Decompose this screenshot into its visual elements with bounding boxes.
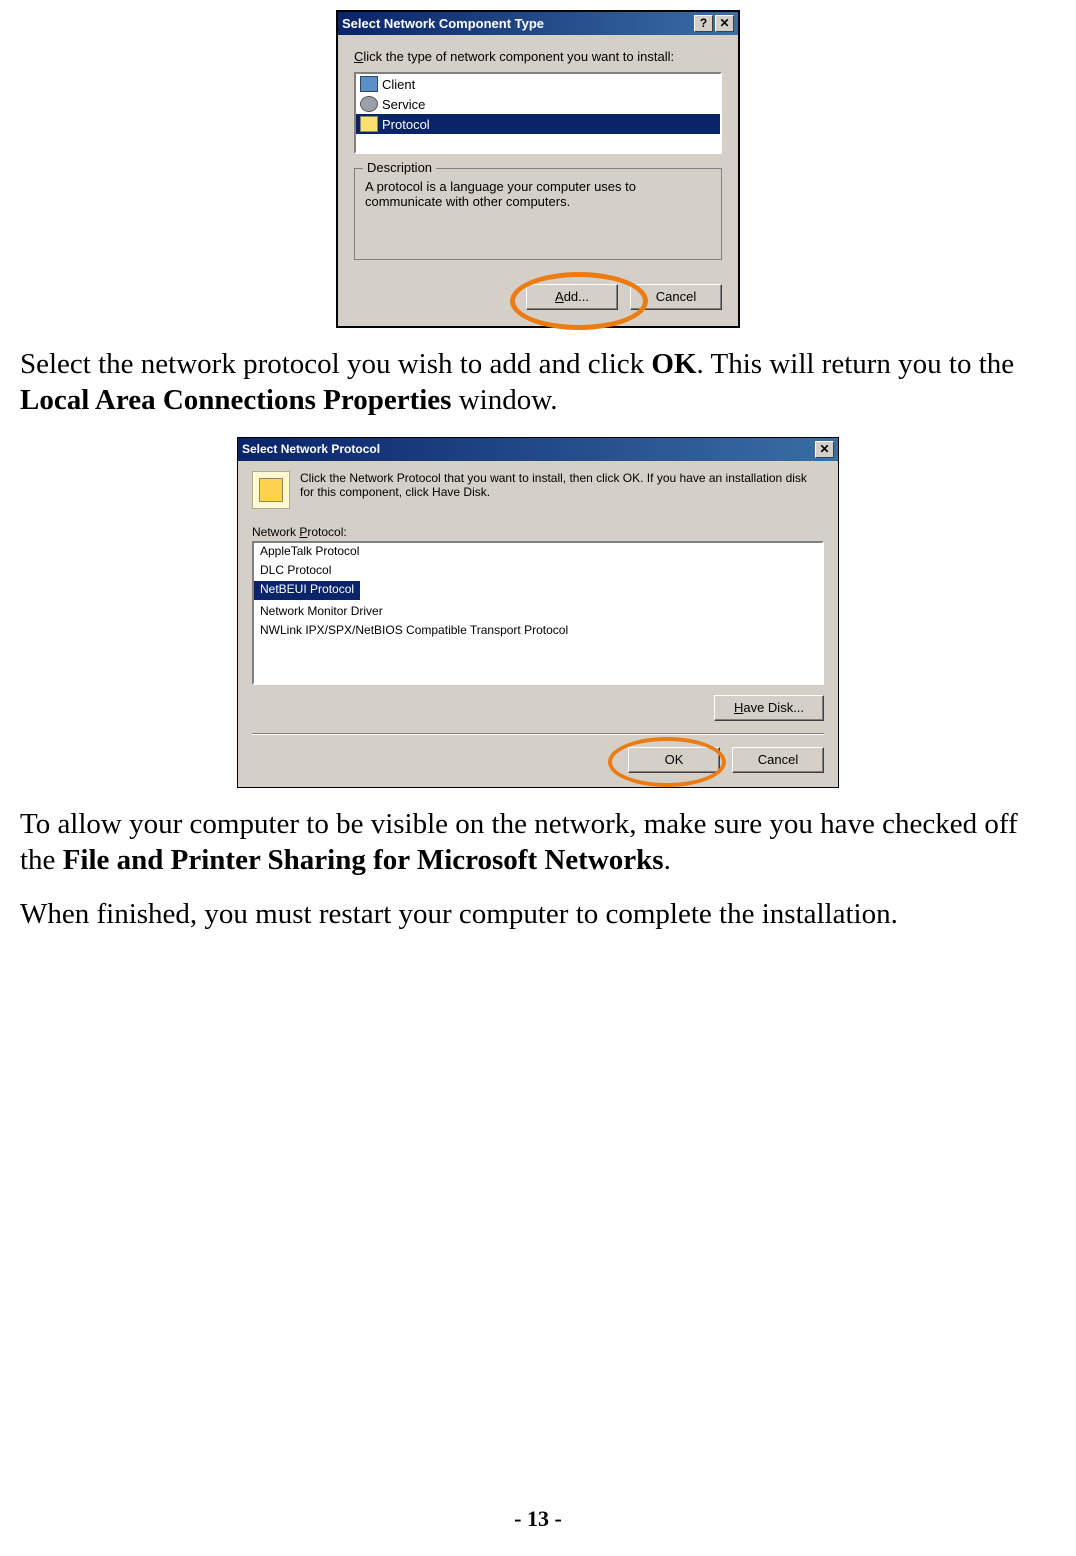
list-item[interactable]: NWLink IPX/SPX/NetBIOS Compatible Transp… bbox=[254, 622, 822, 641]
service-icon bbox=[360, 96, 378, 112]
dialog1-prompt: Click the type of network component you … bbox=[354, 49, 722, 64]
instruction-paragraph-1: Select the network protocol you wish to … bbox=[20, 346, 1056, 419]
list-item-protocol[interactable]: Protocol bbox=[356, 114, 720, 134]
instruction-paragraph-2: To allow your computer to be visible on … bbox=[20, 806, 1056, 879]
protocol-wizard-icon bbox=[252, 471, 290, 509]
help-button[interactable]: ? bbox=[694, 15, 713, 32]
dialog2-title: Select Network Protocol bbox=[242, 442, 380, 456]
dialog1-title: Select Network Component Type bbox=[342, 16, 544, 31]
protocol-list[interactable]: AppleTalk Protocol DLC Protocol NetBEUI … bbox=[252, 541, 824, 685]
cancel-button[interactable]: Cancel bbox=[630, 284, 722, 310]
dialog2-titlebar[interactable]: Select Network Protocol ✕ bbox=[238, 438, 838, 461]
select-component-type-dialog: Select Network Component Type ? ✕ Click … bbox=[336, 10, 740, 328]
component-type-list[interactable]: Client Service Protocol bbox=[354, 72, 722, 154]
select-network-protocol-dialog: Select Network Protocol ✕ Click the Netw… bbox=[237, 437, 839, 788]
description-group: Description A protocol is a language you… bbox=[354, 168, 722, 260]
protocol-list-label: Network Protocol: bbox=[252, 525, 824, 539]
list-item-selected[interactable]: NetBEUI Protocol bbox=[254, 581, 360, 600]
description-text: A protocol is a language your computer u… bbox=[365, 179, 711, 209]
cancel-button[interactable]: Cancel bbox=[732, 747, 824, 773]
dialog2-intro: Click the Network Protocol that you want… bbox=[300, 471, 824, 499]
instruction-paragraph-3: When finished, you must restart your com… bbox=[20, 896, 1056, 932]
add-button[interactable]: Add... bbox=[526, 284, 618, 310]
separator bbox=[252, 733, 824, 735]
have-disk-button[interactable]: Have Disk... bbox=[714, 695, 824, 721]
list-item-service[interactable]: Service bbox=[356, 94, 720, 114]
close-button[interactable]: ✕ bbox=[715, 15, 734, 32]
dialog1-titlebar[interactable]: Select Network Component Type ? ✕ bbox=[338, 12, 738, 35]
protocol-icon bbox=[360, 116, 378, 132]
page-number: - 13 - bbox=[0, 1506, 1076, 1532]
close-button[interactable]: ✕ bbox=[815, 441, 834, 458]
client-icon bbox=[360, 76, 378, 92]
ok-button[interactable]: OK bbox=[628, 747, 720, 773]
list-item[interactable]: AppleTalk Protocol bbox=[254, 543, 822, 562]
list-item[interactable]: Network Monitor Driver bbox=[254, 603, 822, 622]
description-legend: Description bbox=[363, 160, 436, 175]
list-item-client[interactable]: Client bbox=[356, 74, 720, 94]
list-item[interactable]: DLC Protocol bbox=[254, 562, 822, 581]
